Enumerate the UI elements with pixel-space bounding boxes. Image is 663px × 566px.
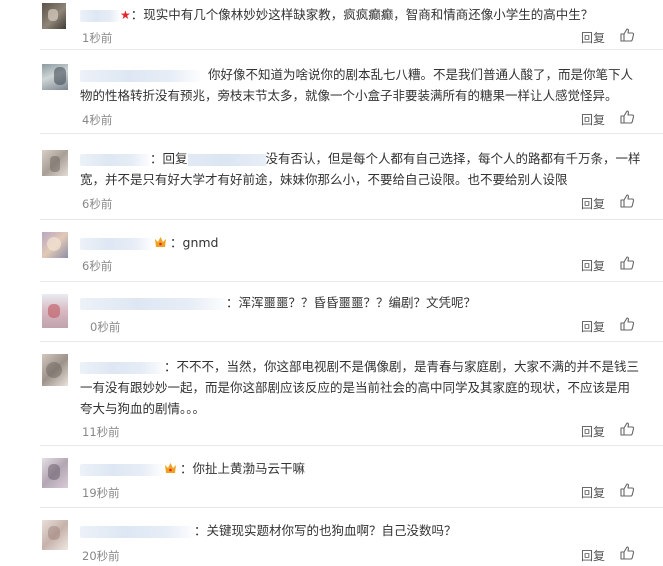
reply-button[interactable]: 回复: [581, 195, 605, 212]
comment-text: 现实中有几个像林妙妙这样缺家教，疯疯癫癫，智商和情商还像小学生的高中生？: [143, 7, 594, 22]
comment-text: gnmd: [182, 235, 219, 250]
comment-time: 0秒前: [90, 320, 121, 334]
comment-list: ★：现实中有几个像林妙妙这样缺家教，疯疯癫癫，智商和情商还像小学生的高中生？ 1…: [0, 0, 663, 563]
divider: [40, 341, 663, 342]
thumbs-up-icon[interactable]: [619, 109, 635, 125]
crown-icon: [164, 459, 177, 473]
username[interactable]: [80, 297, 226, 310]
avatar[interactable]: [42, 64, 68, 90]
thumbs-up-icon[interactable]: [619, 316, 635, 332]
reply-target-username[interactable]: [187, 153, 266, 166]
divider: [40, 507, 663, 508]
avatar[interactable]: [42, 150, 68, 176]
avatar[interactable]: [42, 232, 68, 258]
avatar[interactable]: [42, 458, 68, 488]
comment-item: ：你扯上黄渤马云干嘛 19秒前 回复: [0, 452, 663, 508]
username[interactable]: [80, 463, 162, 476]
thumbs-up-icon[interactable]: [619, 545, 635, 561]
comment-time: 19秒前: [82, 486, 120, 500]
comment-item: ：浑浑噩噩？？昏昏噩噩？？编剧？文凭呢？ 0秒前 回复: [0, 288, 663, 342]
comment-time: 4秒前: [82, 113, 113, 127]
username[interactable]: [80, 237, 152, 250]
comment-time: 6秒前: [82, 259, 113, 273]
comment-item: ★：现实中有几个像林妙妙这样缺家教，疯疯癫癫，智商和情商还像小学生的高中生？ 1…: [0, 0, 663, 50]
username[interactable]: [80, 9, 120, 22]
thumbs-up-icon[interactable]: [619, 421, 635, 437]
thumbs-up-icon[interactable]: [619, 255, 635, 271]
comment-item: 你好像不知道为啥说你的剧本乱七八糟。不是我们普通人酸了，而是你笔下人物的性格转折…: [0, 56, 663, 134]
reply-prefix: 回复: [162, 151, 188, 166]
reply-button[interactable]: 回复: [581, 318, 605, 335]
comment-item: ：gnmd 6秒前 回复: [0, 226, 663, 282]
star-icon: ★: [120, 8, 131, 22]
reply-button[interactable]: 回复: [581, 29, 605, 46]
avatar[interactable]: [42, 294, 68, 328]
username[interactable]: [80, 69, 200, 82]
thumbs-up-icon[interactable]: [619, 27, 635, 43]
comment-time: 1秒前: [82, 31, 113, 45]
reply-button[interactable]: 回复: [581, 111, 605, 128]
reply-button[interactable]: 回复: [581, 484, 605, 501]
comment-text: 浑浑噩噩？？昏昏噩噩？？编剧？文凭呢？: [238, 295, 477, 310]
username[interactable]: [80, 525, 194, 538]
comment-text: 关键现实题材你写的也狗血啊？自己没数吗？: [206, 523, 457, 538]
divider: [40, 219, 663, 220]
divider: [40, 133, 663, 134]
thumbs-up-icon[interactable]: [619, 193, 635, 209]
reply-button[interactable]: 回复: [581, 257, 605, 274]
comment-time: 20秒前: [82, 549, 120, 563]
username[interactable]: [80, 153, 150, 166]
reply-button[interactable]: 回复: [581, 547, 605, 564]
comment-time: 6秒前: [82, 197, 113, 211]
thumbs-up-icon[interactable]: [619, 482, 635, 498]
username[interactable]: [80, 361, 164, 374]
divider: [40, 281, 663, 282]
avatar[interactable]: [42, 3, 66, 29]
divider: [40, 445, 663, 446]
reply-button[interactable]: 回复: [581, 423, 605, 440]
comment-item: ：不不不，当然，你这部电视剧不是偶像剧，是青春与家庭剧，大家不满的并不是钱三一有…: [0, 348, 663, 446]
avatar[interactable]: [42, 354, 68, 386]
comment-item: ：关键现实题材你写的也狗血啊？自己没数吗？ 20秒前 回复: [0, 514, 663, 563]
divider: [40, 49, 663, 50]
avatar[interactable]: [42, 520, 68, 550]
crown-icon: [154, 233, 167, 247]
comment-item: ：回复 没有否认，但是每个人都有自己选择，每个人的路都有千万条，一样宽，并不是只有…: [0, 140, 663, 220]
comment-text: 你扯上黄渤马云干嘛: [192, 461, 306, 476]
comment-time: 11秒前: [82, 425, 120, 439]
